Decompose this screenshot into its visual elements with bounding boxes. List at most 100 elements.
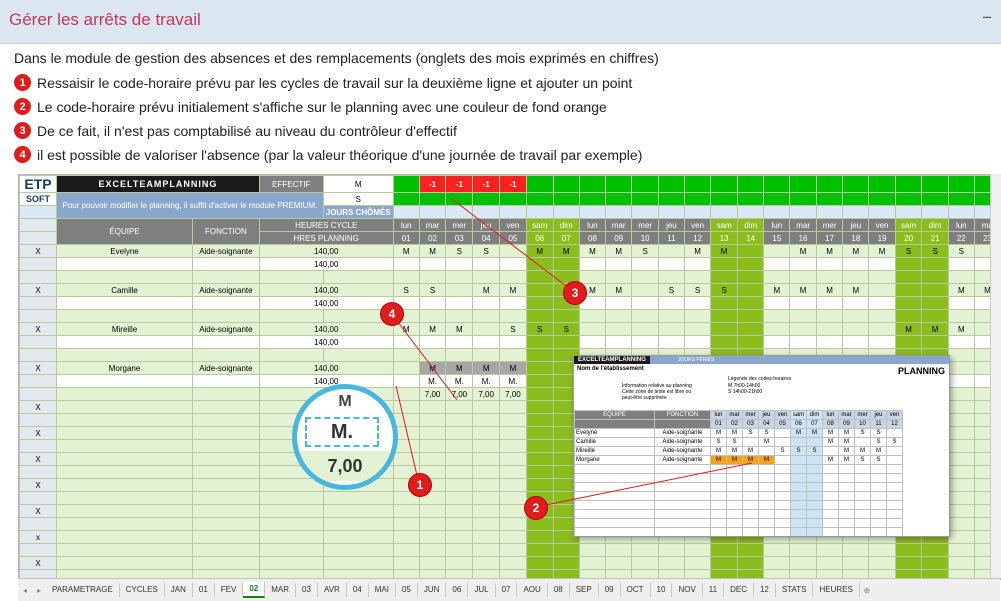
day-cell[interactable] <box>763 270 791 284</box>
day-cell[interactable] <box>894 270 923 284</box>
jours-chomes-cell[interactable] <box>815 205 844 219</box>
tab-nav-right-icon[interactable]: ▸ <box>32 586 46 595</box>
day-cell[interactable] <box>445 348 474 362</box>
schedule-cell[interactable] <box>868 283 896 297</box>
schedule-cell-2[interactable] <box>657 257 685 271</box>
schedule-cell-2[interactable]: M. <box>445 374 474 388</box>
schedule-cell-2[interactable] <box>710 296 738 310</box>
day-cell[interactable] <box>815 270 844 284</box>
day-cell[interactable] <box>525 413 554 427</box>
day-cell[interactable] <box>947 452 975 466</box>
day-cell[interactable] <box>499 309 527 323</box>
schedule-cell[interactable]: M <box>842 283 870 297</box>
sheet-tab[interactable]: SEP <box>570 583 599 597</box>
day-cell[interactable] <box>445 491 474 505</box>
schedule-cell-2[interactable] <box>789 257 817 271</box>
day-cell[interactable] <box>683 543 712 557</box>
jours-chomes-cell[interactable] <box>683 205 712 219</box>
jours-chomes-cell[interactable] <box>392 205 420 219</box>
day-cell[interactable] <box>525 465 554 479</box>
day-cell[interactable] <box>472 413 501 427</box>
schedule-cell-2[interactable] <box>683 257 712 271</box>
sheet-tab[interactable]: MAI <box>369 583 396 597</box>
day-cell[interactable] <box>499 478 527 492</box>
day-cell[interactable] <box>525 478 554 492</box>
day-cell[interactable] <box>472 478 501 492</box>
schedule-cell-2[interactable] <box>842 335 870 349</box>
schedule-cell-2[interactable] <box>418 257 447 271</box>
day-cell[interactable] <box>472 491 501 505</box>
schedule-cell-2[interactable] <box>789 296 817 310</box>
row-select-x[interactable]: X <box>19 452 58 466</box>
schedule-cell[interactable]: M <box>418 322 447 336</box>
jours-chomes-cell[interactable] <box>418 205 447 219</box>
day-cell[interactable] <box>472 543 501 557</box>
schedule-cell-2[interactable] <box>947 257 975 271</box>
day-cell[interactable] <box>525 556 554 570</box>
day-cell[interactable] <box>763 556 791 570</box>
schedule-cell-2[interactable] <box>763 257 791 271</box>
day-cell[interactable] <box>947 348 975 362</box>
day-cell[interactable] <box>815 309 844 323</box>
schedule-cell[interactable] <box>947 361 975 375</box>
schedule-cell[interactable] <box>763 244 791 258</box>
schedule-cell-2[interactable] <box>657 335 685 349</box>
day-cell[interactable] <box>604 556 633 570</box>
schedule-cell-2[interactable] <box>525 296 554 310</box>
schedule-cell[interactable]: M <box>894 322 923 336</box>
day-cell[interactable] <box>710 309 738 323</box>
row-select-x[interactable]: X <box>19 244 58 258</box>
day-cell[interactable] <box>472 465 501 479</box>
schedule-cell[interactable]: M <box>578 244 606 258</box>
jours-chomes-cell[interactable] <box>789 205 817 219</box>
jours-chomes-cell[interactable] <box>763 205 791 219</box>
sheet-tab[interactable]: 10 <box>651 583 673 597</box>
day-cell[interactable] <box>763 309 791 323</box>
day-cell[interactable] <box>789 270 817 284</box>
day-cell[interactable] <box>445 556 474 570</box>
sheet-tab[interactable]: 01 <box>193 583 215 597</box>
valorisation-cell[interactable]: 7,00 <box>472 387 501 401</box>
day-cell[interactable] <box>921 270 949 284</box>
schedule-cell[interactable]: M <box>947 322 975 336</box>
jours-chomes-cell[interactable] <box>472 205 501 219</box>
collapse-icon[interactable]: − <box>982 8 992 28</box>
day-cell[interactable] <box>736 556 765 570</box>
jours-chomes-cell[interactable] <box>445 205 474 219</box>
schedule-cell[interactable] <box>842 322 870 336</box>
day-cell[interactable] <box>525 452 554 466</box>
day-cell[interactable] <box>868 270 896 284</box>
day-cell[interactable] <box>604 270 633 284</box>
schedule-cell[interactable]: S <box>894 244 923 258</box>
jours-chomes-cell[interactable] <box>894 205 923 219</box>
schedule-cell-2[interactable] <box>445 257 474 271</box>
day-cell[interactable] <box>499 543 527 557</box>
day-cell[interactable] <box>947 478 975 492</box>
schedule-cell-2[interactable] <box>763 296 791 310</box>
day-cell[interactable] <box>631 309 659 323</box>
schedule-cell[interactable] <box>894 283 923 297</box>
day-cell[interactable] <box>445 400 474 414</box>
schedule-cell-2[interactable] <box>921 335 949 349</box>
day-cell[interactable] <box>392 556 420 570</box>
schedule-cell-2[interactable] <box>921 257 949 271</box>
sheet-tab[interactable]: 09 <box>599 583 621 597</box>
day-cell[interactable] <box>763 543 791 557</box>
schedule-cell-2[interactable] <box>683 335 712 349</box>
schedule-cell[interactable]: S <box>921 244 949 258</box>
schedule-cell[interactable]: M <box>392 244 420 258</box>
schedule-cell-2[interactable] <box>815 257 844 271</box>
day-cell[interactable] <box>815 543 844 557</box>
schedule-cell[interactable]: S <box>631 244 659 258</box>
schedule-cell[interactable] <box>763 322 791 336</box>
valorisation-cell[interactable]: 7,00 <box>445 387 474 401</box>
sheet-tab[interactable]: 04 <box>347 583 369 597</box>
schedule-cell-2[interactable] <box>525 257 554 271</box>
schedule-cell[interactable]: M <box>472 283 501 297</box>
day-cell[interactable] <box>683 309 712 323</box>
sheet-tab[interactable]: AOU <box>517 583 548 597</box>
schedule-cell[interactable]: S <box>472 244 501 258</box>
schedule-cell-2[interactable] <box>683 296 712 310</box>
schedule-cell[interactable]: M <box>842 244 870 258</box>
sheet-tab[interactable]: HEURES <box>813 583 860 597</box>
